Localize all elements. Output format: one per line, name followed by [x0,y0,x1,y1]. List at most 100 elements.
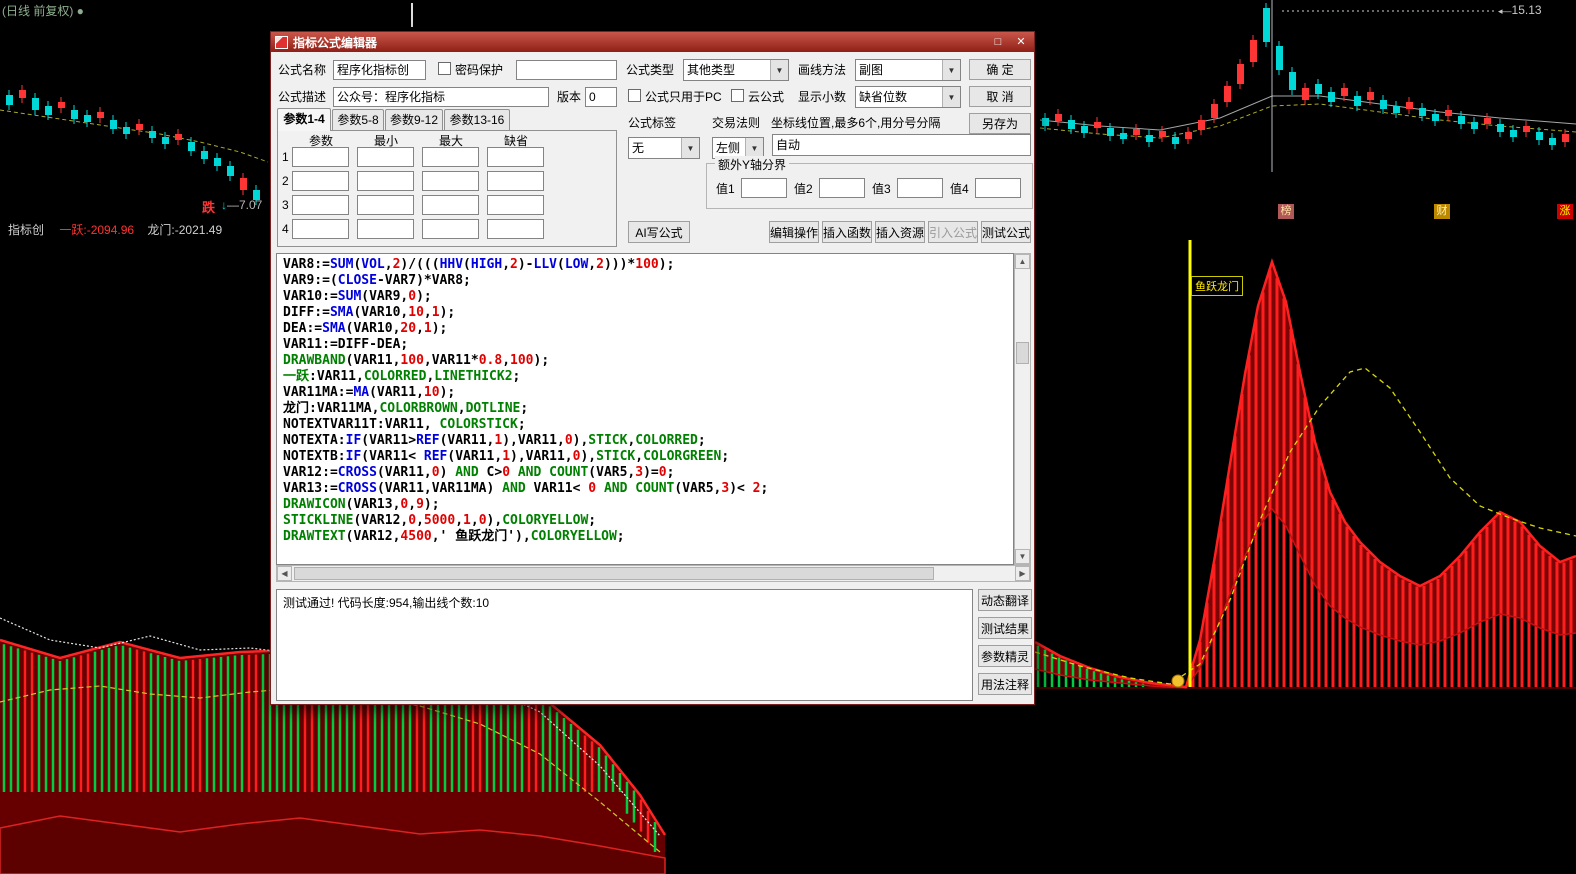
y-value-input-1[interactable] [741,178,787,198]
formula-editor-dialog: 指标公式编辑器 □ ✕ 公式名称 程序化指标创 密码保护 公式类型 其他类型▼ … [270,31,1035,705]
formula-tag-select[interactable]: 无▼ [628,137,700,159]
param-input-r2c3[interactable] [422,171,479,191]
param-input-r2c4[interactable] [487,171,544,191]
password-label: 密码保护 [455,63,503,77]
param-input-r1c3[interactable] [422,147,479,167]
vscroll-thumb[interactable] [1016,342,1029,364]
formula-desc-input[interactable]: 公众号：程序化指标 [333,87,549,107]
scroll-down-icon[interactable]: ▼ [1015,549,1030,564]
editor-hscrollbar[interactable]: ◀ ▶ [276,565,1031,582]
param-col-header: 最小 [374,134,398,148]
indicator-label-row: 指标创 一跃:-2094.96 龙门:-2021.49 [8,221,222,238]
y-value-input-2[interactable] [819,178,865,198]
dialog-title: 指标公式编辑器 [293,34,984,51]
y-value-label-3: 值3 [872,182,891,196]
chevron-down-icon[interactable]: ▼ [770,60,788,80]
code-editor[interactable]: VAR8:=SUM(VOL,2)/(((HHV(HIGH,2)-LLV(LOW,… [276,253,1014,565]
y-value-label-1: 值1 [716,182,735,196]
chevron-down-icon[interactable]: ▼ [745,138,763,158]
decimal-select[interactable]: 缺省位数▼ [855,86,961,108]
param-input-r3c3[interactable] [422,195,479,215]
chevron-down-icon[interactable]: ▼ [942,60,960,80]
fall-value: ↓—7.07 [221,198,262,212]
cloud-formula-checkbox[interactable] [731,89,744,102]
hscroll-thumb[interactable] [294,567,934,580]
maximize-button[interactable]: □ [989,35,1007,50]
usage-notes-button[interactable]: 用法注释 [978,673,1032,695]
tab-params-4[interactable]: 参数13-16 [444,109,510,130]
editor-vscrollbar[interactable]: ▲ ▼ [1014,253,1031,565]
marker-wealth: 财 [1434,204,1450,219]
param-col-header: 参数 [309,134,333,148]
chevron-down-icon[interactable]: ▼ [681,138,699,158]
param-input-r2c2[interactable] [357,171,414,191]
edit-operation-button[interactable]: 编辑操作 [769,221,819,243]
editor-area: VAR8:=SUM(VOL,2)/(((HHV(HIGH,2)-LLV(LOW,… [276,253,1031,582]
axis-position-input[interactable]: 自动 [772,134,1031,156]
version-input[interactable]: 0 [585,87,617,107]
param-input-r3c2[interactable] [357,195,414,215]
draw-method-select[interactable]: 副图▼ [855,59,961,81]
import-formula-button[interactable]: 引入公式 [928,221,978,243]
formula-name-label: 公式名称 [278,63,326,77]
scroll-up-icon[interactable]: ▲ [1015,254,1030,269]
test-result-box: 测试通过! 代码长度:954,输出线个数:10 [276,589,973,701]
test-result-button[interactable]: 测试结果 [978,617,1032,639]
price-tag: ◂—15.13 [1498,3,1542,17]
tab-params-2[interactable]: 参数5-8 [332,109,384,130]
extra-y-axis-label: 额外Y轴分界 [715,156,789,173]
formula-name-input[interactable]: 程序化指标创 [333,60,426,80]
axis-position-label: 坐标线位置,最多6个,用分号分隔 [771,116,940,130]
dialog-titlebar[interactable]: 指标公式编辑器 □ ✕ [271,32,1034,52]
tab-params-1[interactable]: 参数1-4 [277,108,331,131]
chart-annotation: 鱼跃龙门 [1191,276,1243,296]
param-input-r4c2[interactable] [357,219,414,239]
ok-button[interactable]: 确 定 [969,59,1031,80]
scroll-right-icon[interactable]: ▶ [1015,566,1030,581]
y-value-input-3[interactable] [897,178,943,198]
param-row-label: 3 [282,198,289,212]
param-input-r2c1[interactable] [292,171,349,191]
y-value-label-2: 值2 [794,182,813,196]
param-input-r4c1[interactable] [292,219,349,239]
line2-value: 龙门:-2021.49 [147,223,222,237]
formula-desc-label: 公式描述 [278,90,326,104]
insert-resource-button[interactable]: 插入资源 [875,221,925,243]
save-as-button[interactable]: 另存为 [969,113,1031,134]
formula-tag-label: 公式标签 [628,116,676,130]
param-input-r1c4[interactable] [487,147,544,167]
ai-write-formula-button[interactable]: AI写公式 [628,221,690,243]
marker-rise: 涨 [1557,204,1573,219]
scroll-left-icon[interactable]: ◀ [277,566,292,581]
y-value-input-4[interactable] [975,178,1021,198]
dynamic-translate-button[interactable]: 动态翻译 [978,589,1032,611]
draw-method-label: 画线方法 [798,63,846,77]
chevron-down-icon[interactable]: ▼ [942,87,960,107]
param-input-r1c1[interactable] [292,147,349,167]
trade-rule-label: 交易法则 [712,116,760,130]
chart-period-label: (日线 前复权) ● [2,2,84,19]
param-input-r4c3[interactable] [422,219,479,239]
param-input-r3c4[interactable] [487,195,544,215]
password-checkbox[interactable] [438,62,451,75]
parameter-wizard-button[interactable]: 参数精灵 [978,645,1032,667]
cloud-formula-label: 云公式 [748,90,784,104]
close-button[interactable]: ✕ [1012,35,1030,50]
test-formula-button[interactable]: 测试公式 [981,221,1031,243]
y-value-label-4: 值4 [950,182,969,196]
formula-type-label: 公式类型 [626,63,674,77]
param-input-r1c2[interactable] [357,147,414,167]
indicator-name: 指标创 [8,223,44,237]
insert-function-button[interactable]: 插入函数 [822,221,872,243]
extra-y-axis-group: 额外Y轴分界 值1值2值3值4 [706,163,1033,209]
formula-type-select[interactable]: 其他类型▼ [683,59,789,81]
param-input-r3c1[interactable] [292,195,349,215]
fall-label: 跌 [202,197,215,216]
param-col-header: 最大 [439,134,463,148]
password-input[interactable] [516,60,617,80]
param-col-header: 缺省 [504,134,528,148]
tab-params-3[interactable]: 参数9-12 [385,109,443,130]
pc-only-checkbox[interactable] [628,89,641,102]
param-input-r4c4[interactable] [487,219,544,239]
cancel-button[interactable]: 取 消 [969,86,1031,107]
